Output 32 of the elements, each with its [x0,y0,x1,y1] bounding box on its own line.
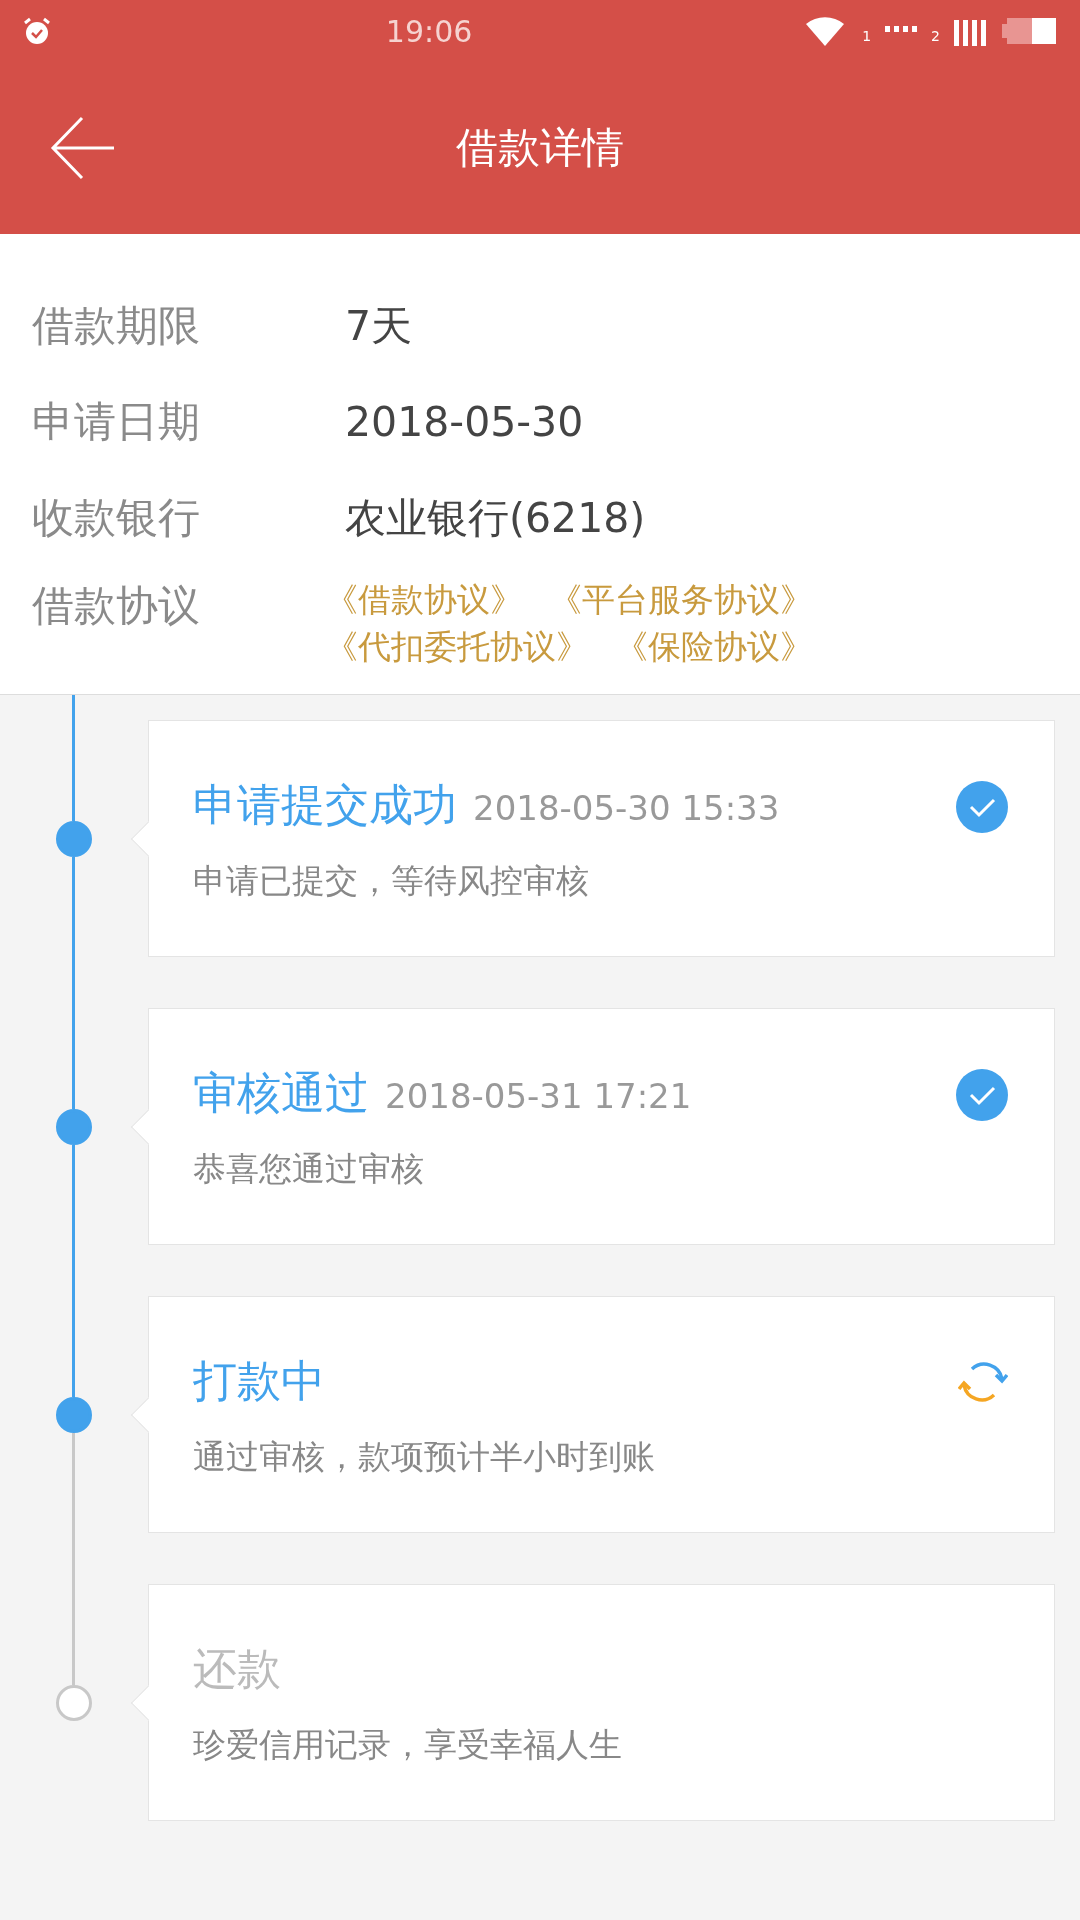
step-title: 打款中 [193,1354,325,1408]
detail-value: 农业银行(6218) [345,492,646,544]
step-description: 申请已提交，等待风控审核 [193,860,590,902]
detail-value: 7天 [345,300,413,352]
step-description: 通过审核，款项预计半小时到账 [193,1436,656,1478]
alarm-icon [22,16,52,46]
step-title: 申请提交成功 [193,778,457,832]
step-description: 珍爱信用记录，享受幸福人生 [193,1724,623,1766]
step-description: 恭喜您通过审核 [193,1148,425,1190]
back-arrow-icon [50,115,116,181]
sim-number: 1 [862,28,872,44]
step-title: 还款 [193,1642,281,1696]
detail-value: 2018-05-30 [345,398,584,446]
status-time: 19:06 [385,13,473,49]
check-icon [956,1069,1008,1121]
agreement-link[interactable]: 《平台服务协议》 [549,578,813,623]
check-icon [956,781,1008,833]
refresh-icon [958,1359,1008,1405]
detail-label: 借款协议 [32,580,201,632]
agreement-link[interactable]: 《保险协议》 [615,625,813,670]
step-time: 2018-05-30 15:33 [473,788,780,828]
agreement-link[interactable]: 《代扣委托协议》 [325,625,589,670]
agreement-link[interactable]: 《借款协议》 [325,578,523,623]
detail-label: 收款银行 [32,492,201,544]
page-title: 借款详情 [456,122,624,174]
step-title: 审核通过 [193,1066,369,1120]
battery-icon [1002,16,1058,46]
detail-label: 申请日期 [32,396,201,448]
sim-number: 2 [931,28,940,44]
signal-icon [885,26,918,32]
step-time: 2018-05-31 17:21 [385,1076,692,1116]
detail-label: 借款期限 [32,300,201,352]
